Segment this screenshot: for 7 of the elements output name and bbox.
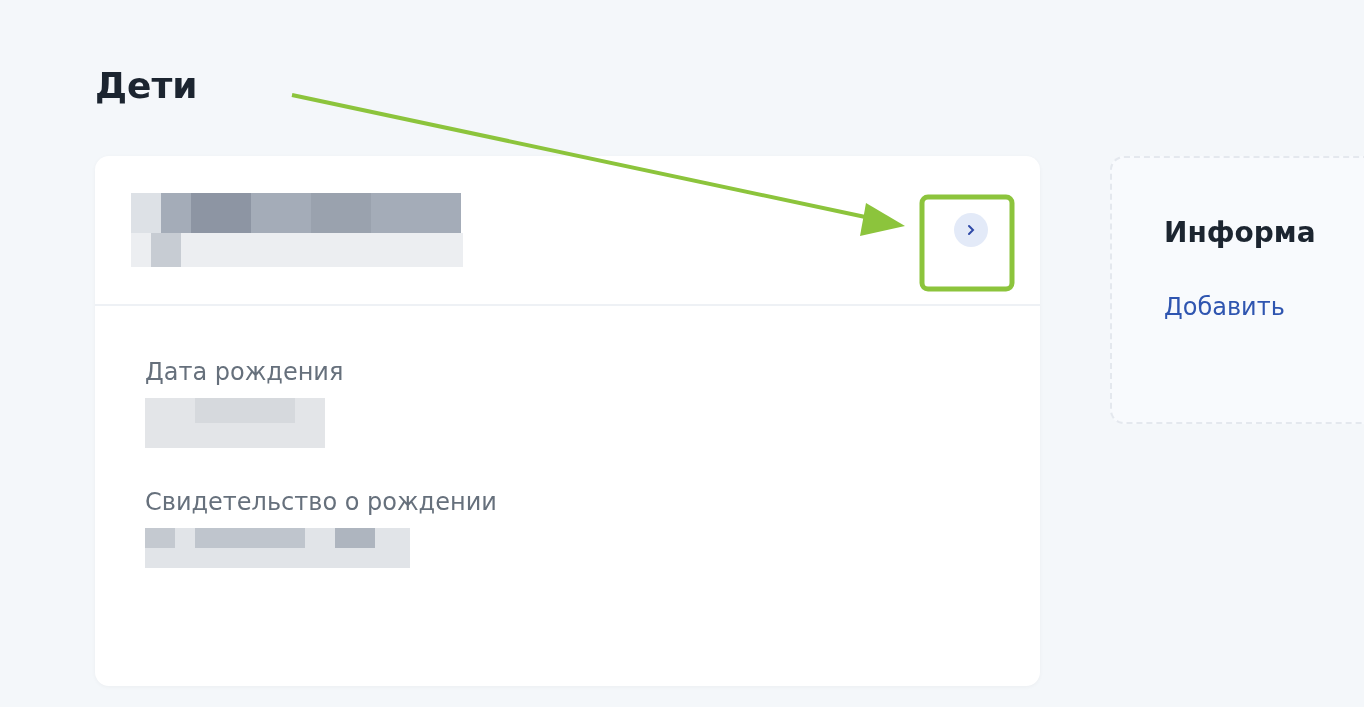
- chevron-right-icon: [965, 223, 977, 237]
- add-link[interactable]: Добавить: [1164, 293, 1285, 321]
- field-label: Дата рождения: [145, 358, 344, 386]
- card-title: Информа: [1164, 216, 1316, 249]
- chevron-button[interactable]: [954, 213, 988, 247]
- field-label: Свидетельство о рождении: [145, 488, 497, 516]
- page-heading: Дети: [95, 64, 199, 108]
